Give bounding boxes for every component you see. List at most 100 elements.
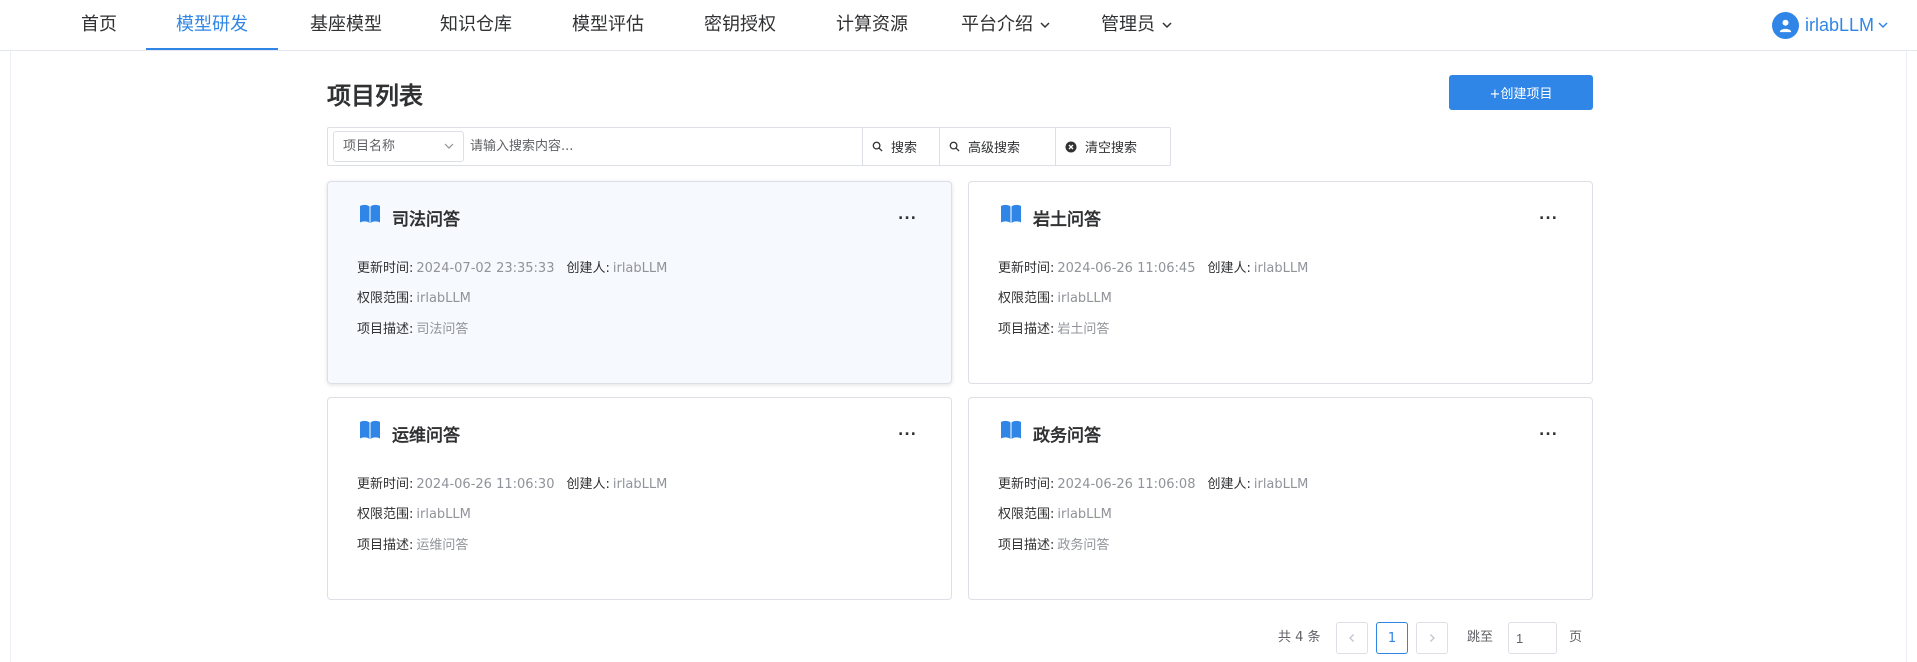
updated-row: 更新时间: 2024-07-02 23:35:33 创建人: irlabLLM <box>357 257 667 276</box>
nav-item-admin[interactable]: 管理员 <box>1092 0 1182 50</box>
nav-item-knowledge-base[interactable]: 知识仓库 <box>426 0 526 50</box>
scope-value: irlabLLM <box>1057 291 1112 306</box>
chevron-right-icon <box>1430 634 1435 642</box>
updated-label: 更新时间: <box>357 477 414 492</box>
close-circle-icon <box>1065 141 1077 152</box>
scope-value: irlabLLM <box>1057 507 1112 522</box>
project-card[interactable]: 政务问答 ... 更新时间: 2024-06-26 11:06:08 创建人: irl… <box>968 397 1593 600</box>
clear-search-button[interactable]: 清空搜索 <box>1055 128 1170 165</box>
creator-label: 创建人: <box>566 261 610 276</box>
chevron-down-icon <box>1161 1 1173 50</box>
scope-row: 权限范围: irlabLLM <box>357 503 471 522</box>
search-field-select[interactable]: 项目名称 <box>333 131 464 162</box>
scope-row: 权限范围: irlabLLM <box>998 287 1112 306</box>
creator-label: 创建人: <box>566 477 610 492</box>
creator-label: 创建人: <box>1207 261 1251 276</box>
scope-row: 权限范围: irlabLLM <box>357 287 471 306</box>
creator-value: irlabLLM <box>1253 261 1309 276</box>
nav-item-platform-intro-label: 平台介绍 <box>961 14 1033 35</box>
nav-item-base-model[interactable]: 基座模型 <box>296 0 396 50</box>
updated-value: 2024-07-02 23:35:33 <box>416 261 555 276</box>
prev-page-button[interactable] <box>1336 622 1368 654</box>
project-title[interactable]: 司法问答 <box>392 205 460 230</box>
desc-value: 运维问答 <box>416 538 469 553</box>
advanced-search-label: 高级搜索 <box>968 141 1021 156</box>
nav-item-compute[interactable]: 计算资源 <box>822 0 922 50</box>
nav-item-key-auth[interactable]: 密钥授权 <box>690 0 790 50</box>
search-button-label: 搜索 <box>891 141 918 156</box>
chevron-left-icon <box>1349 634 1354 642</box>
project-title[interactable]: 岩土问答 <box>1033 205 1101 230</box>
book-icon <box>359 204 381 228</box>
desc-row: 项目描述: 岩土问答 <box>998 318 1109 337</box>
creator-value: irlabLLM <box>1253 477 1309 492</box>
page-title: 项目列表 <box>327 82 423 110</box>
updated-value: 2024-06-26 11:06:30 <box>416 477 555 492</box>
nav-item-model-eval[interactable]: 模型评估 <box>558 0 658 50</box>
user-menu[interactable]: irlabLLM <box>1771 11 1889 39</box>
more-icon[interactable]: ... <box>898 207 917 223</box>
creator-label: 创建人: <box>1207 477 1251 492</box>
desc-value: 司法问答 <box>416 322 469 337</box>
jump-label: 跳至 <box>1467 630 1494 645</box>
nav-item-home[interactable]: 首页 <box>62 0 136 50</box>
updated-label: 更新时间: <box>998 261 1055 276</box>
advanced-search-button[interactable]: 高级搜索 <box>939 128 1055 165</box>
nav-item-platform-intro[interactable]: 平台介绍 <box>950 0 1062 50</box>
scope-label: 权限范围: <box>357 291 414 306</box>
avatar <box>1771 11 1799 39</box>
scope-label: 权限范围: <box>998 507 1055 522</box>
search-icon <box>872 141 883 152</box>
scope-row: 权限范围: irlabLLM <box>998 503 1112 522</box>
desc-label: 项目描述: <box>998 322 1055 337</box>
chevron-down-icon <box>444 132 454 172</box>
nav-item-admin-label: 管理员 <box>1101 14 1155 35</box>
more-icon[interactable]: ... <box>898 423 917 439</box>
chevron-down-icon <box>1039 1 1051 50</box>
user-name: irlabLLM <box>1804 14 1874 35</box>
desc-row: 项目描述: 司法问答 <box>357 318 468 337</box>
desc-label: 项目描述: <box>998 538 1055 553</box>
scope-label: 权限范围: <box>357 507 414 522</box>
desc-value: 政务问答 <box>1057 538 1110 553</box>
desc-row: 项目描述: 政务问答 <box>998 534 1109 553</box>
scope-label: 权限范围: <box>998 291 1055 306</box>
creator-value: irlabLLM <box>612 477 668 492</box>
book-icon <box>1000 204 1022 228</box>
updated-label: 更新时间: <box>998 477 1055 492</box>
search-button[interactable]: 搜索 <box>862 128 939 165</box>
user-icon <box>1779 19 1792 32</box>
create-project-button[interactable]: +创建项目 <box>1449 75 1593 110</box>
more-icon[interactable]: ... <box>1539 423 1558 439</box>
updated-value: 2024-06-26 11:06:45 <box>1057 261 1196 276</box>
search-icon <box>949 141 960 152</box>
book-icon <box>1000 420 1022 444</box>
page-number-button[interactable]: 1 <box>1376 622 1408 654</box>
clear-search-label: 清空搜索 <box>1085 141 1138 156</box>
updated-value: 2024-06-26 11:06:08 <box>1057 477 1196 492</box>
nav-item-model-dev[interactable]: 模型研发 <box>146 0 278 50</box>
more-icon[interactable]: ... <box>1539 207 1558 223</box>
desc-label: 项目描述: <box>357 538 414 553</box>
scope-value: irlabLLM <box>416 291 471 306</box>
top-nav: 首页 模型研发 基座模型 知识仓库 模型评估 密钥授权 计算资源 平台介绍 管理… <box>0 0 1917 51</box>
chevron-down-icon <box>1877 15 1889 36</box>
project-card[interactable]: 运维问答 ... 更新时间: 2024-06-26 11:06:30 创建人: irl… <box>327 397 952 600</box>
project-title[interactable]: 政务问答 <box>1033 421 1101 446</box>
search-bar: 项目名称 搜索 高级搜索 清空搜索 <box>327 127 1186 166</box>
creator-value: irlabLLM <box>612 261 668 276</box>
project-title[interactable]: 运维问答 <box>392 421 460 446</box>
updated-row: 更新时间: 2024-06-26 11:06:45 创建人: irlabLLM <box>998 257 1308 276</box>
project-card[interactable]: 司法问答 ... 更新时间: 2024-07-02 23:35:33 创建人: irl… <box>327 181 952 384</box>
next-page-button[interactable] <box>1416 622 1448 654</box>
desc-row: 项目描述: 运维问答 <box>357 534 468 553</box>
desc-value: 岩土问答 <box>1057 322 1110 337</box>
pagination-total: 共 4 条 <box>1278 630 1321 645</box>
book-icon <box>359 420 381 444</box>
search-field-select-value: 项目名称 <box>343 139 396 154</box>
scope-value: irlabLLM <box>416 507 471 522</box>
page-suffix: 页 <box>1569 630 1583 645</box>
project-card[interactable]: 岩土问答 ... 更新时间: 2024-06-26 11:06:45 创建人: irl… <box>968 181 1593 384</box>
jump-page-input[interactable] <box>1508 622 1557 654</box>
desc-label: 项目描述: <box>357 322 414 337</box>
